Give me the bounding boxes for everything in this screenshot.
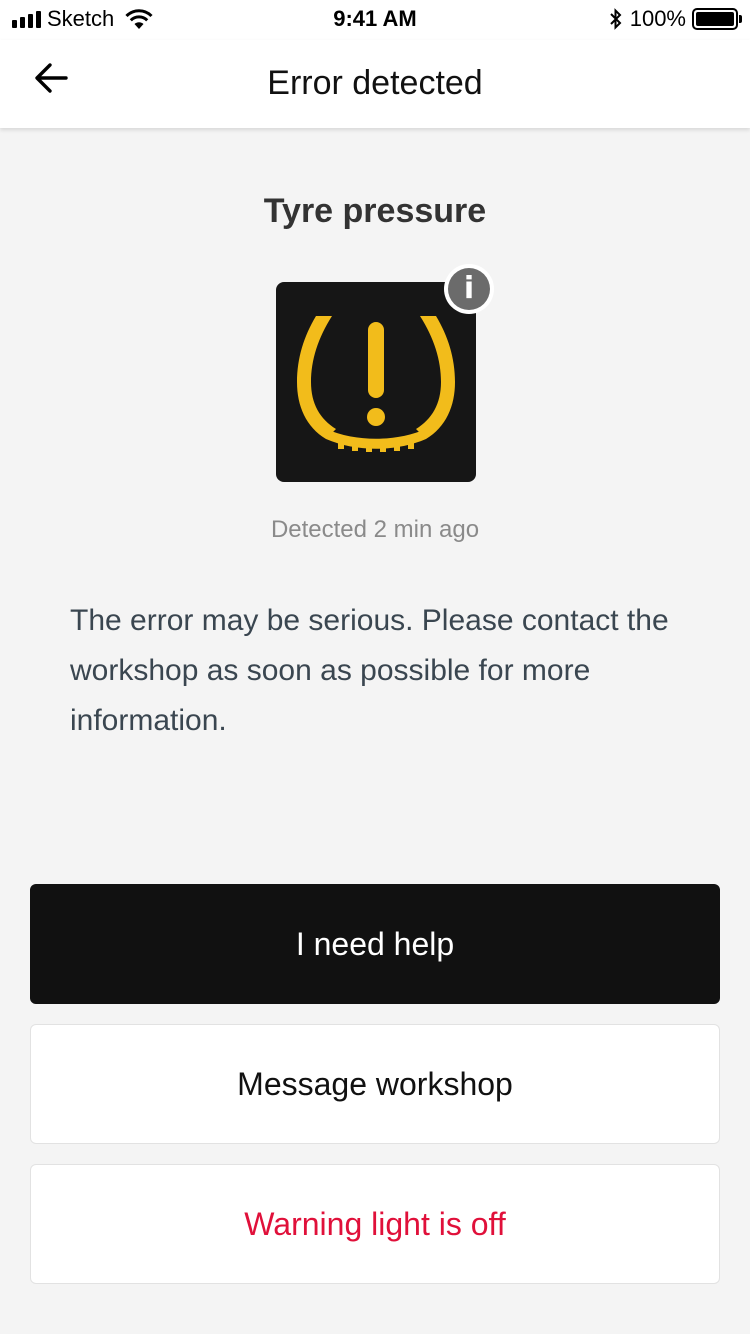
warning-light-off-button[interactable]: Warning light is off — [30, 1164, 720, 1284]
warning-tile — [276, 282, 476, 482]
detected-time: Detected 2 min ago — [270, 516, 480, 543]
bluetooth-icon — [610, 8, 622, 30]
info-button[interactable]: i — [444, 264, 494, 314]
error-message: The error may be serious. Please contact… — [70, 604, 669, 737]
battery-percent: 100% — [629, 6, 686, 31]
info-icon: i — [448, 268, 490, 310]
battery-icon — [692, 8, 742, 30]
tyre-pressure-warning-icon — [297, 316, 455, 452]
error-title: Tyre pressure — [263, 192, 487, 230]
page-title: Error detected — [267, 64, 483, 102]
status-bar: Sketch 9:41 AM 100% — [0, 0, 750, 40]
status-right: 100% — [608, 6, 742, 32]
message-workshop-button[interactable]: Message workshop — [30, 1024, 720, 1144]
nav-bar: Error detected — [0, 40, 750, 128]
help-button[interactable]: I need help — [30, 884, 720, 1004]
battery-fill — [696, 12, 734, 26]
